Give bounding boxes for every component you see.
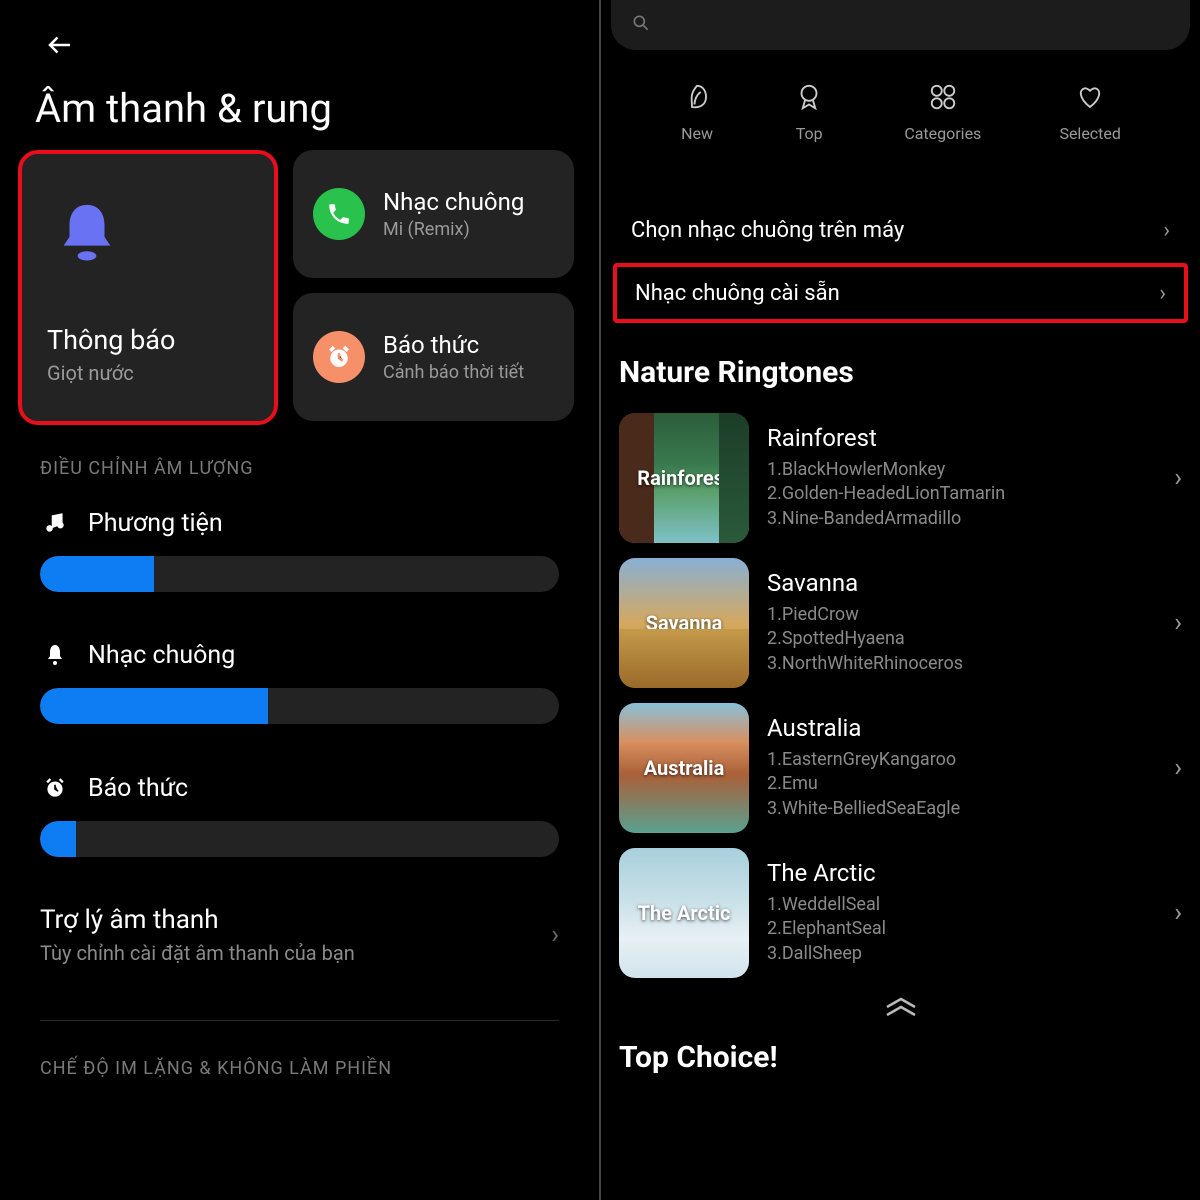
- thumb-label: Rainforest: [619, 466, 749, 490]
- alarm-volume-label: Báo thức: [88, 774, 188, 803]
- ringtone-card[interactable]: Nhạc chuông Mi (Remix): [293, 150, 574, 278]
- page-title: Âm thanh & rung: [35, 85, 332, 132]
- music-note-icon: [40, 508, 70, 538]
- bell-small-icon: [40, 640, 70, 670]
- media-volume-label: Phương tiện: [88, 509, 223, 538]
- tab-top[interactable]: Top: [792, 80, 826, 143]
- local-ringtone-row[interactable]: Chọn nhạc chuông trên máy ›: [613, 200, 1188, 260]
- tab-selected[interactable]: Selected: [1059, 80, 1120, 143]
- tab-new[interactable]: New: [680, 80, 714, 143]
- media-volume-fill: [40, 556, 154, 592]
- medal-icon: [792, 80, 826, 114]
- search-icon: [631, 13, 651, 38]
- top-choice-heading: Top Choice!: [619, 1040, 778, 1075]
- ringtone-name: The Arctic: [767, 859, 1156, 887]
- ringtone-item-australia[interactable]: Australia Australia 1.EasternGreyKangaro…: [619, 695, 1182, 840]
- tab-categories-label: Categories: [904, 124, 981, 143]
- ringtone-track: 1.PiedCrow: [767, 603, 1156, 627]
- ringtone-track: 3.Nine-BandedArmadillo: [767, 507, 1156, 531]
- ringtone-track: 3.NorthWhiteRhinoceros: [767, 652, 1156, 676]
- ringtone-track: 1.WeddellSeal: [767, 893, 1156, 917]
- media-volume-group: Phương tiện: [40, 508, 559, 592]
- back-button[interactable]: [45, 30, 75, 68]
- chevron-right-icon: ›: [1174, 898, 1182, 928]
- sound-cards: Thông báo Giọt nước Nhạc chuông Mi (Remi…: [18, 150, 574, 425]
- media-volume-slider[interactable]: [40, 556, 559, 592]
- chevron-right-icon: ›: [1159, 281, 1166, 306]
- ringtone-volume-slider[interactable]: [40, 688, 559, 724]
- leaf-icon: [680, 80, 714, 114]
- preinstalled-ringtone-label: Nhạc chuông cài sẵn: [635, 281, 840, 306]
- ringtone-thumb: The Arctic: [619, 848, 749, 978]
- alarm-small-icon: [40, 773, 70, 803]
- ringtone-track: 2.Emu: [767, 772, 1156, 796]
- tab-top-label: Top: [796, 124, 823, 143]
- chevron-right-icon: ›: [1174, 463, 1182, 493]
- ringtone-name: Rainforest: [767, 424, 1156, 452]
- notification-card[interactable]: Thông báo Giọt nước: [18, 150, 278, 425]
- alarm-volume-slider[interactable]: [40, 821, 559, 857]
- ringtone-thumb: Australia: [619, 703, 749, 833]
- ringtone-item-savanna[interactable]: Savanna Savanna 1.PiedCrow 2.SpottedHyae…: [619, 550, 1182, 695]
- tab-categories[interactable]: Categories: [904, 80, 981, 143]
- ringtone-thumb: Savanna: [619, 558, 749, 688]
- sound-assistant-row[interactable]: Trợ lý âm thanh Tùy chỉnh cài đặt âm tha…: [40, 905, 559, 965]
- tab-bar: New Top Categories Selected: [601, 80, 1200, 143]
- alarm-volume-fill: [40, 821, 76, 857]
- notification-card-title: Thông báo: [47, 324, 249, 356]
- grid-icon: [926, 80, 960, 114]
- sound-assistant-subtitle: Tùy chỉnh cài đặt âm thanh của bạn: [40, 941, 551, 965]
- sound-assistant-title: Trợ lý âm thanh: [40, 905, 551, 935]
- clock-icon: [313, 331, 365, 383]
- preinstalled-ringtone-row[interactable]: Nhạc chuông cài sẵn ›: [613, 263, 1188, 323]
- ringtone-picker-pane: New Top Categories Selected Chọn nhạc ch…: [601, 0, 1200, 1200]
- heart-icon: [1073, 80, 1107, 114]
- phone-icon: [313, 188, 365, 240]
- ringtone-card-title: Nhạc chuông: [383, 188, 524, 216]
- ringtone-thumb: Rainforest: [619, 413, 749, 543]
- bell-icon: [52, 199, 122, 269]
- thumb-label: Savanna: [619, 611, 749, 635]
- alarm-volume-group: Báo thức: [40, 773, 559, 857]
- notification-card-subtitle: Giọt nước: [47, 361, 249, 385]
- alarm-card-title: Báo thức: [383, 331, 524, 359]
- dnd-section-label: CHẾ ĐỘ IM LẶNG & KHÔNG LÀM PHIỀN: [40, 1058, 392, 1079]
- alarm-card[interactable]: Báo thức Cảnh báo thời tiết: [293, 293, 574, 421]
- alarm-card-subtitle: Cảnh báo thời tiết: [383, 362, 524, 383]
- ringtone-volume-label: Nhạc chuông: [88, 641, 235, 670]
- chevron-right-icon: ›: [1163, 218, 1170, 243]
- ringtone-volume-group: Nhạc chuông: [40, 640, 559, 724]
- tab-selected-label: Selected: [1059, 124, 1120, 143]
- chevron-right-icon: ›: [551, 920, 559, 950]
- settings-pane-left: Âm thanh & rung Thông báo Giọt nước Nhạc…: [0, 0, 599, 1200]
- nature-ringtones-heading: Nature Ringtones: [619, 355, 854, 390]
- chevron-right-icon: ›: [1174, 753, 1182, 783]
- ringtone-track: 3.White-BelliedSeaEagle: [767, 797, 1156, 821]
- ringtone-list: Rainforest Rainforest 1.BlackHowlerMonke…: [619, 405, 1182, 985]
- ringtone-volume-fill: [40, 688, 268, 724]
- local-ringtone-label: Chọn nhạc chuông trên máy: [631, 218, 904, 243]
- ringtone-name: Savanna: [767, 569, 1156, 597]
- thumb-label: Australia: [619, 756, 749, 780]
- volume-section-label: ĐIỀU CHỈNH ÂM LƯỢNG: [40, 458, 254, 479]
- search-bar[interactable]: [611, 0, 1190, 50]
- scroll-up-indicator[interactable]: [881, 995, 921, 1023]
- ringtone-track: 2.ElephantSeal: [767, 917, 1156, 941]
- ringtone-item-rainforest[interactable]: Rainforest Rainforest 1.BlackHowlerMonke…: [619, 405, 1182, 550]
- ringtone-card-subtitle: Mi (Remix): [383, 219, 524, 240]
- chevron-right-icon: ›: [1174, 608, 1182, 638]
- ringtone-track: 2.Golden-HeadedLionTamarin: [767, 482, 1156, 506]
- ringtone-track: 1.BlackHowlerMonkey: [767, 458, 1156, 482]
- ringtone-track: 3.DallSheep: [767, 942, 1156, 966]
- divider: [40, 1020, 559, 1021]
- tab-new-label: New: [681, 124, 713, 143]
- ringtone-track: 2.SpottedHyaena: [767, 627, 1156, 651]
- ringtone-track: 1.EasternGreyKangaroo: [767, 748, 1156, 772]
- ringtone-name: Australia: [767, 714, 1156, 742]
- thumb-label: The Arctic: [619, 901, 749, 925]
- ringtone-item-arctic[interactable]: The Arctic The Arctic 1.WeddellSeal 2.El…: [619, 840, 1182, 985]
